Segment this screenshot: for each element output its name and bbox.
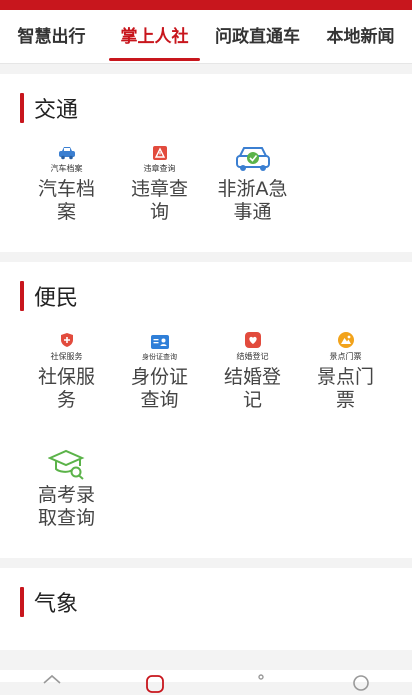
divider: [0, 558, 412, 568]
section-traffic: 交通 汽车档案 汽车档案: [0, 74, 412, 252]
car-icon: [58, 146, 76, 160]
service-label: 非浙A急事通: [218, 178, 288, 224]
service-icon[interactable]: [144, 673, 166, 695]
graduation-cap-icon: [48, 448, 86, 480]
service-small-label: 结婚登记: [237, 351, 269, 362]
tab-government-hotline[interactable]: 问政直通车: [206, 10, 309, 63]
service-small-label: 景点门票: [330, 351, 362, 362]
service-label: 景点门票: [311, 366, 381, 412]
service-label: 社保服务: [32, 366, 102, 412]
title-accent-bar: [20, 281, 24, 311]
service-label: 高考录取查询: [32, 484, 102, 530]
service-small-label: 社保服务: [51, 351, 83, 362]
status-strip: [0, 0, 412, 10]
section-title-text: 气象: [34, 586, 78, 618]
bottom-nav-bar: [0, 670, 412, 682]
section-title-text: 交通: [34, 92, 78, 124]
section-title: 气象: [20, 584, 396, 620]
marriage-icon: [245, 332, 261, 348]
section-title-text: 便民: [34, 280, 78, 312]
service-marriage-registration[interactable]: 结婚登记 结婚登记: [206, 324, 299, 412]
service-id-card-query[interactable]: 身份证查询 身份证查询: [113, 324, 206, 412]
service-scenic-tickets[interactable]: 景点门票 景点门票: [299, 324, 392, 412]
top-tab-bar: 智慧出行 掌上人社 问政直通车 本地新闻: [0, 10, 412, 64]
profile-icon[interactable]: [350, 673, 372, 695]
service-non-local-plate[interactable]: 非浙A急事通: [206, 136, 299, 224]
title-accent-bar: [20, 587, 24, 617]
service-car-archive[interactable]: 汽车档案 汽车档案: [20, 136, 113, 224]
service-violation-query[interactable]: 违章查询 违章查询: [113, 136, 206, 224]
divider: [0, 64, 412, 74]
service-exam-admission-query[interactable]: 高考录取查询: [20, 430, 113, 530]
section-weather: 气象: [0, 568, 412, 650]
service-label: 结婚登记: [218, 366, 288, 412]
service-small-label: 身份证查询: [142, 352, 177, 362]
service-small-label: 汽车档案: [51, 163, 83, 174]
section-title: 便民: [20, 278, 396, 314]
service-small-label: 违章查询: [144, 163, 176, 174]
tab-local-news[interactable]: 本地新闻: [309, 10, 412, 63]
divider: [0, 252, 412, 262]
service-label: 汽车档案: [32, 178, 102, 224]
service-label: 违章查询: [125, 178, 195, 224]
section-title: 交通: [20, 90, 396, 126]
tab-smart-travel[interactable]: 智慧出行: [0, 10, 103, 63]
home-icon[interactable]: [41, 673, 63, 695]
tab-social-security[interactable]: 掌上人社: [103, 10, 206, 63]
section-convenience: 便民 社保服务 社保服务 身份证查询: [0, 262, 412, 558]
title-accent-bar: [20, 93, 24, 123]
id-card-icon: [151, 335, 169, 349]
service-social-security[interactable]: 社保服务 社保服务: [20, 324, 113, 412]
social-security-icon: [59, 332, 75, 348]
service-label: 身份证查询: [125, 366, 195, 412]
discover-icon[interactable]: [247, 673, 269, 695]
ticket-icon: [338, 332, 354, 348]
vehicle-shield-icon: [234, 144, 272, 174]
warning-icon: [153, 146, 167, 160]
